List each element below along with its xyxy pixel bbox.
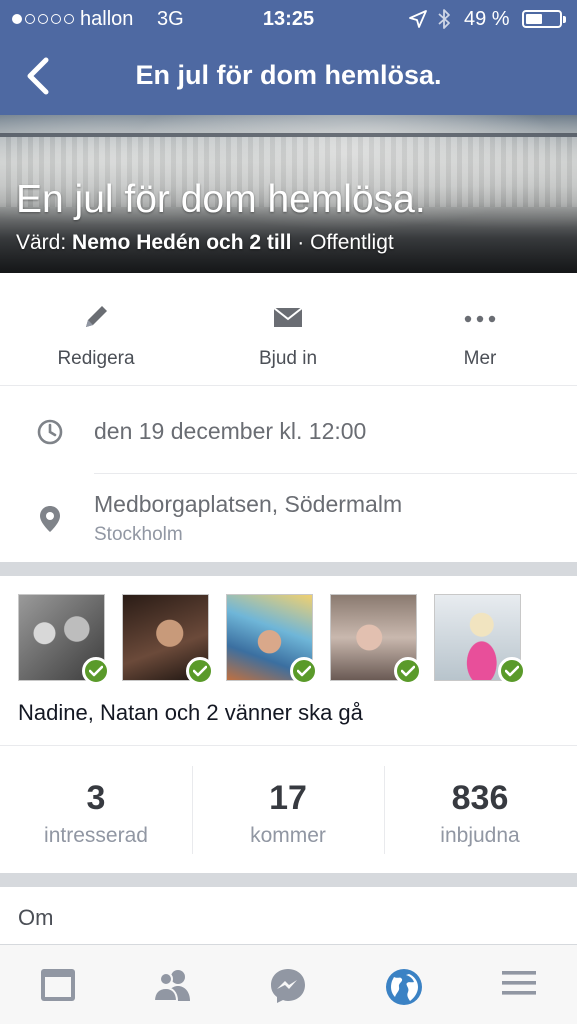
- battery-icon: [522, 10, 566, 28]
- location-arrow-icon: [408, 9, 428, 35]
- event-title: En jul för dom hemlösa.: [16, 178, 426, 221]
- friends-icon: [153, 970, 191, 1002]
- messenger-icon: [271, 969, 306, 1003]
- going-check-icon: [82, 657, 110, 685]
- friends-going-summary[interactable]: Nadine, Natan och 2 vänner ska gå: [18, 700, 363, 726]
- clock-icon: [36, 418, 64, 451]
- invited-label: inbjudna: [440, 824, 520, 847]
- going-check-icon: [394, 657, 422, 685]
- menu-icon: [502, 971, 537, 995]
- event-location-row[interactable]: Medborgaplatsen, Södermalm Stockholm: [0, 474, 577, 562]
- invite-button[interactable]: Bjud in: [192, 273, 384, 385]
- interested-count[interactable]: 3 intresserad: [0, 746, 192, 873]
- going-label: kommer: [250, 824, 326, 847]
- edit-label: Redigera: [57, 348, 135, 369]
- section-divider: [0, 562, 577, 576]
- invited-number: 836: [451, 779, 509, 817]
- event-place: Medborgaplatsen, Södermalm: [94, 491, 403, 517]
- header-bar: hallon 3G 13:25 49 % En jul för dom heml…: [0, 0, 577, 115]
- tab-news-feed[interactable]: [0, 945, 115, 1024]
- event-action-bar: Redigera Bjud in Mer: [0, 273, 577, 386]
- tab-menu[interactable]: [462, 945, 577, 1024]
- envelope-icon: [272, 301, 304, 338]
- page-title: En jul för dom hemlösa.: [135, 60, 442, 90]
- going-check-icon: [498, 657, 526, 685]
- battery-percentage: 49 %: [464, 8, 510, 30]
- tab-notifications[interactable]: [346, 945, 461, 1024]
- bottom-tab-bar: [0, 944, 577, 1024]
- tab-messenger[interactable]: [231, 945, 346, 1024]
- about-heading: Om: [18, 905, 54, 930]
- going-number: 17: [269, 779, 307, 817]
- tab-friends[interactable]: [115, 945, 230, 1024]
- status-bar: hallon 3G 13:25 49 %: [0, 0, 577, 38]
- invite-label: Bjud in: [258, 348, 318, 369]
- navigation-bar: En jul för dom hemlösa.: [0, 38, 577, 115]
- interested-number: 3: [86, 779, 106, 817]
- event-time-row[interactable]: den 19 december kl. 12:00: [0, 387, 577, 473]
- host-name-link[interactable]: Nemo Hedén och 2 till: [72, 231, 291, 254]
- edit-button[interactable]: Redigera: [0, 273, 192, 385]
- event-host-line: Värd: Nemo Hedén och 2 till · Offentligt: [16, 231, 394, 255]
- bluetooth-icon: [436, 7, 452, 37]
- globe-icon: [385, 969, 422, 1005]
- more-button[interactable]: Mer: [384, 273, 576, 385]
- more-label: Mer: [463, 348, 497, 369]
- news-feed-icon: [40, 969, 75, 1001]
- map-pin-icon: [36, 504, 64, 539]
- event-cover-photo[interactable]: En jul för dom hemlösa. Värd: Nemo Hedén…: [0, 115, 577, 273]
- interested-label: intresserad: [44, 824, 148, 847]
- section-divider: [0, 873, 577, 887]
- more-icon: [462, 301, 498, 338]
- going-check-icon: [290, 657, 318, 685]
- host-prefix: Värd:: [16, 231, 73, 254]
- event-stats: 3 intresserad 17 kommer 836 inbjudna: [0, 745, 577, 873]
- pencil-icon: [80, 301, 112, 338]
- going-check-icon: [186, 657, 214, 685]
- event-city: Stockholm: [94, 524, 183, 545]
- invited-count[interactable]: 836 inbjudna: [384, 746, 576, 873]
- privacy-label: · Offentligt: [291, 231, 394, 254]
- going-count[interactable]: 17 kommer: [192, 746, 384, 873]
- event-date-time: den 19 december kl. 12:00: [94, 418, 367, 444]
